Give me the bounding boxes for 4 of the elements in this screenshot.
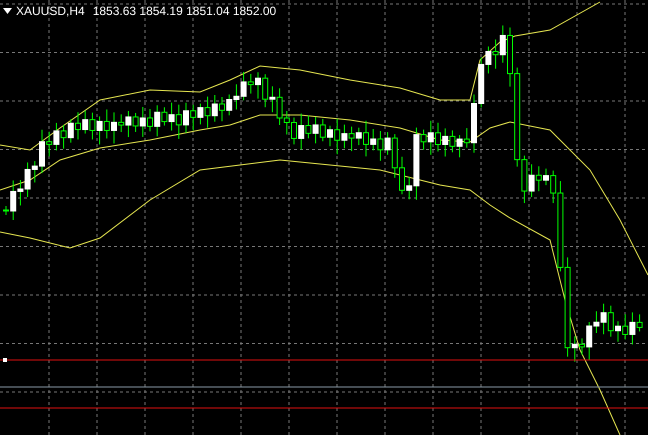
symbol-label: XAUUSD,H4 (16, 4, 85, 18)
ohlc-values: 1853.63 1854.19 1851.04 1852.00 (92, 4, 276, 18)
dropdown-triangle-icon[interactable] (3, 8, 12, 14)
square-marker-icon (3, 358, 7, 362)
